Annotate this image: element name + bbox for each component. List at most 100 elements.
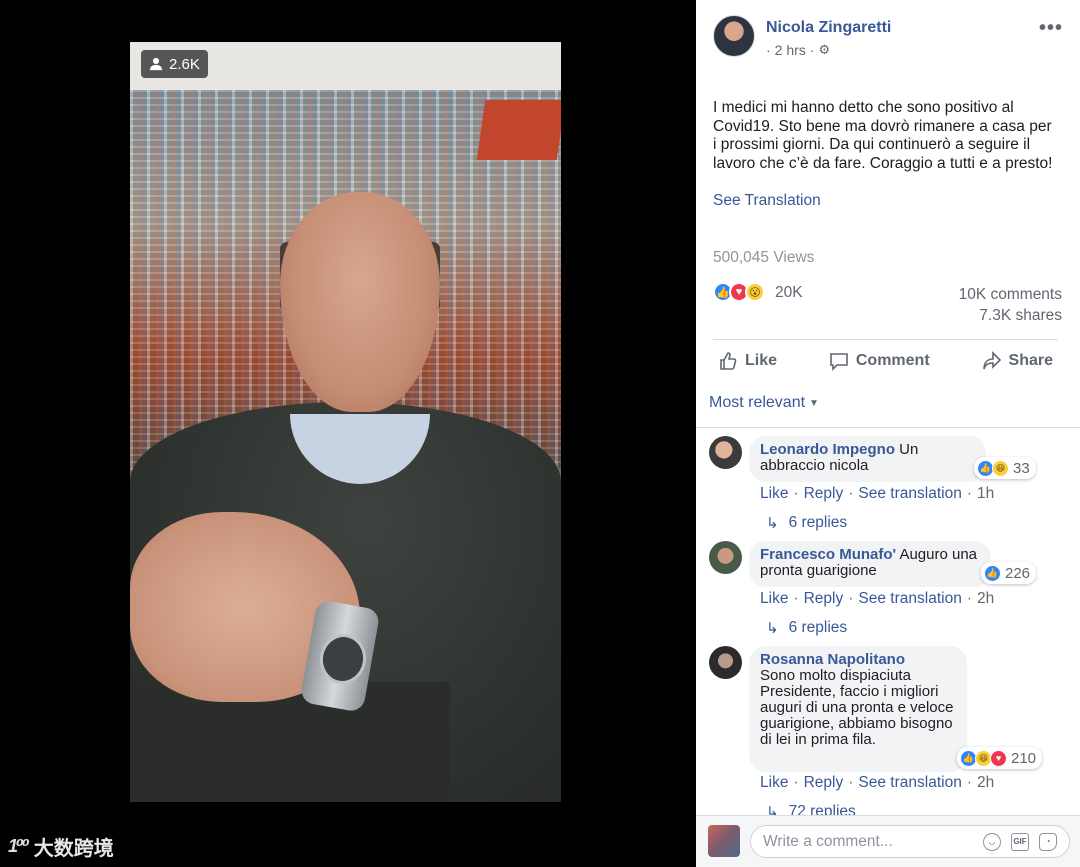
post-text: I medici mi hanno detto che sono positiv… bbox=[713, 99, 1053, 172]
more-options-icon[interactable]: ••• bbox=[1039, 17, 1063, 40]
commenter-name[interactable]: Francesco Munafo' bbox=[760, 546, 896, 563]
divider bbox=[696, 427, 1080, 428]
separator-dot: · bbox=[848, 485, 854, 502]
comment-time[interactable]: 2h bbox=[977, 590, 994, 608]
comment-reply-link[interactable]: Reply bbox=[804, 590, 844, 608]
views-count: 500,045 Views bbox=[713, 249, 815, 266]
comment-button-label: Comment bbox=[855, 351, 930, 369]
reactions-summary[interactable]: 👍 ♥ 😮 20K 10K comments bbox=[713, 282, 1062, 306]
comment-see-translation-link[interactable]: See translation bbox=[858, 485, 961, 503]
reaction-count[interactable]: 20K bbox=[775, 284, 803, 302]
commenter-avatar[interactable] bbox=[709, 436, 742, 469]
shares-count-link[interactable]: 7.3K shares bbox=[979, 307, 1062, 325]
share-icon bbox=[982, 350, 1001, 369]
comment-like-link[interactable]: Like bbox=[760, 774, 788, 792]
person-icon bbox=[149, 57, 163, 71]
viewer-count-badge: 2.6K bbox=[141, 50, 208, 78]
video-person-head bbox=[280, 192, 440, 412]
separator-dot: · bbox=[848, 590, 854, 607]
author-name-link[interactable]: Nicola Zingaretti bbox=[766, 19, 891, 37]
post-panel: Nicola Zingaretti · 2 hrs · ⚙ ••• I medi… bbox=[696, 0, 1080, 867]
like-button[interactable]: Like bbox=[713, 351, 782, 371]
comment-like-link[interactable]: Like bbox=[760, 590, 788, 608]
comment-reply-link[interactable]: Reply bbox=[804, 485, 844, 503]
comment-sort-dropdown[interactable]: Most relevant ▼ bbox=[709, 394, 819, 412]
author-avatar[interactable] bbox=[713, 15, 755, 57]
comment-time[interactable]: 2h bbox=[977, 774, 994, 792]
comment-item: Rosanna Napolitano Sono molto dispiaciut… bbox=[709, 646, 1069, 821]
post-meta: · 2 hrs · ⚙ bbox=[766, 42, 830, 58]
comment-actions: Like · Reply · See translation · 2h bbox=[760, 590, 994, 608]
commenter-avatar[interactable] bbox=[709, 541, 742, 574]
separator-dot: · bbox=[848, 774, 854, 791]
commenter-name[interactable]: Rosanna Napolitano bbox=[760, 652, 956, 668]
watermark: 1⁰⁰ 大数跨境 bbox=[8, 832, 114, 861]
comment-input[interactable]: Write a comment... ◡ GIF ◔ bbox=[750, 825, 1070, 858]
gif-icon[interactable]: GIF bbox=[1011, 832, 1029, 851]
reply-arrow-icon: ↳ bbox=[766, 620, 779, 637]
thumbs-up-icon bbox=[720, 351, 737, 370]
watermark-text: 大数跨境 bbox=[33, 838, 114, 860]
replies-count: 6 replies bbox=[788, 514, 848, 531]
comment-text: Sono molto dispiaciuta Presidente, facci… bbox=[760, 667, 954, 748]
current-user-avatar bbox=[708, 825, 740, 857]
comment-item: Leonardo Impegno Un abbraccio nicola 👍 😆… bbox=[709, 436, 1069, 532]
meta-dot: · bbox=[766, 42, 771, 58]
comment-reactions[interactable]: 👍 😆 33 bbox=[974, 457, 1036, 479]
comment-see-translation-link[interactable]: See translation bbox=[858, 774, 961, 792]
video-player[interactable]: 2.6K 1⁰⁰ 大数跨境 bbox=[0, 0, 696, 867]
live-video-frame[interactable] bbox=[130, 42, 561, 802]
viewer-count: 2.6K bbox=[169, 55, 200, 73]
comment-reaction-count: 226 bbox=[1005, 564, 1031, 582]
separator-dot: · bbox=[966, 485, 972, 502]
comment-item: Francesco Munafo' Auguro una pronta guar… bbox=[709, 541, 1069, 637]
privacy-gear-icon[interactable]: ⚙ bbox=[818, 42, 830, 58]
watermark-logo: 1⁰⁰ bbox=[8, 836, 30, 856]
comment-reactions[interactable]: 👍 😆 ♥ 210 bbox=[957, 747, 1043, 769]
separator-dot: · bbox=[793, 485, 799, 502]
see-translation-link[interactable]: See Translation bbox=[713, 192, 821, 210]
view-replies-link[interactable]: ↳ 6 replies bbox=[766, 514, 847, 532]
haha-reaction-icon: 😆 bbox=[992, 459, 1009, 477]
separator-dot: · bbox=[966, 774, 972, 791]
sticker-icon[interactable]: ◔ bbox=[1039, 832, 1057, 851]
like-reaction-icon: 👍 bbox=[984, 564, 1001, 582]
meta-dot: · bbox=[809, 42, 815, 58]
reply-arrow-icon: ↳ bbox=[766, 515, 779, 532]
comment-composer: Write a comment... ◡ GIF ◔ bbox=[696, 815, 1080, 867]
wow-reaction-icon: 😮 bbox=[745, 282, 765, 302]
comment-bubble: Rosanna Napolitano Sono molto dispiaciut… bbox=[749, 646, 967, 772]
view-replies-link[interactable]: ↳ 6 replies bbox=[766, 619, 847, 637]
comment-reactions[interactable]: 👍 226 bbox=[981, 562, 1037, 584]
comment-bubble: Leonardo Impegno Un abbraccio nicola bbox=[749, 436, 986, 482]
post-action-bar: Like Comment Share bbox=[713, 339, 1058, 381]
comment-like-link[interactable]: Like bbox=[760, 485, 788, 503]
comment-reaction-count: 210 bbox=[1011, 749, 1037, 767]
sort-label: Most relevant bbox=[709, 394, 806, 411]
separator-dot: · bbox=[793, 590, 799, 607]
separator-dot: · bbox=[793, 774, 799, 791]
separator-dot: · bbox=[966, 590, 972, 607]
comment-reply-link[interactable]: Reply bbox=[804, 774, 844, 792]
comments-count-link[interactable]: 10K comments bbox=[959, 286, 1062, 304]
share-button[interactable]: Share bbox=[977, 350, 1058, 371]
love-reaction-icon: ♥ bbox=[990, 749, 1007, 767]
post-header: Nicola Zingaretti · 2 hrs · ⚙ ••• bbox=[713, 15, 1080, 65]
comment-see-translation-link[interactable]: See translation bbox=[858, 590, 961, 608]
composer-icons: ◡ GIF ◔ bbox=[983, 832, 1069, 851]
commenter-name[interactable]: Leonardo Impegno bbox=[760, 441, 895, 458]
comment-actions: Like · Reply · See translation · 2h bbox=[760, 774, 994, 792]
video-person-arm bbox=[130, 682, 450, 802]
video-painting-detail bbox=[476, 100, 561, 160]
comment-button[interactable]: Comment bbox=[824, 351, 935, 371]
post-time[interactable]: 2 hrs bbox=[775, 42, 806, 58]
like-button-label: Like bbox=[745, 351, 778, 369]
commenter-avatar[interactable] bbox=[709, 646, 742, 679]
reaction-icons[interactable]: 👍 ♥ 😮 bbox=[713, 282, 765, 302]
emoji-icon[interactable]: ◡ bbox=[983, 832, 1001, 851]
comment-icon bbox=[830, 352, 848, 371]
comment-actions: Like · Reply · See translation · 1h bbox=[760, 485, 994, 503]
replies-count: 6 replies bbox=[788, 619, 848, 636]
comment-time[interactable]: 1h bbox=[977, 485, 994, 503]
comment-reaction-count: 33 bbox=[1013, 459, 1030, 477]
